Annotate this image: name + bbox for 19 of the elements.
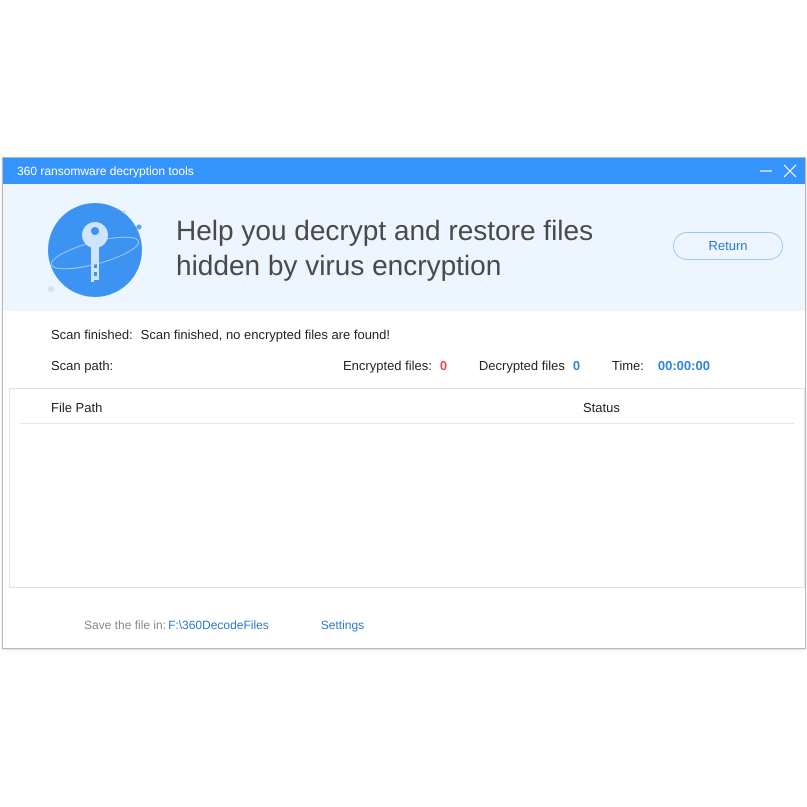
time-value: 00:00:00 xyxy=(658,356,710,374)
encrypted-files-label: Encrypted files: xyxy=(343,356,432,375)
save-path-link[interactable]: F:\360DecodeFiles xyxy=(168,616,269,634)
encrypted-count: 0 xyxy=(440,356,448,374)
headline: hidden by virus encryption xyxy=(176,248,502,282)
return-button[interactable]: Return xyxy=(673,232,783,260)
close-icon[interactable] xyxy=(783,164,797,178)
settings-link[interactable]: Settings xyxy=(320,616,364,634)
scan-status-message: Scan finished, no encrypted files are found! xyxy=(140,326,390,344)
column-header: Status xyxy=(583,398,620,417)
save-location-label: Save the file in: xyxy=(84,617,166,634)
scan-status-label: Scan finished: xyxy=(51,326,133,344)
window-title: 360 ransomware decryption tools xyxy=(17,163,195,180)
time-label: Time: xyxy=(612,356,644,374)
scan-path-label: Scan path: xyxy=(51,356,114,375)
decrypted-files-label: Decrypted files xyxy=(478,356,565,375)
headline: Help you decrypt and restore files xyxy=(176,214,594,248)
column-header: File Path xyxy=(51,398,104,417)
decrypted-count: 0 xyxy=(572,356,582,374)
